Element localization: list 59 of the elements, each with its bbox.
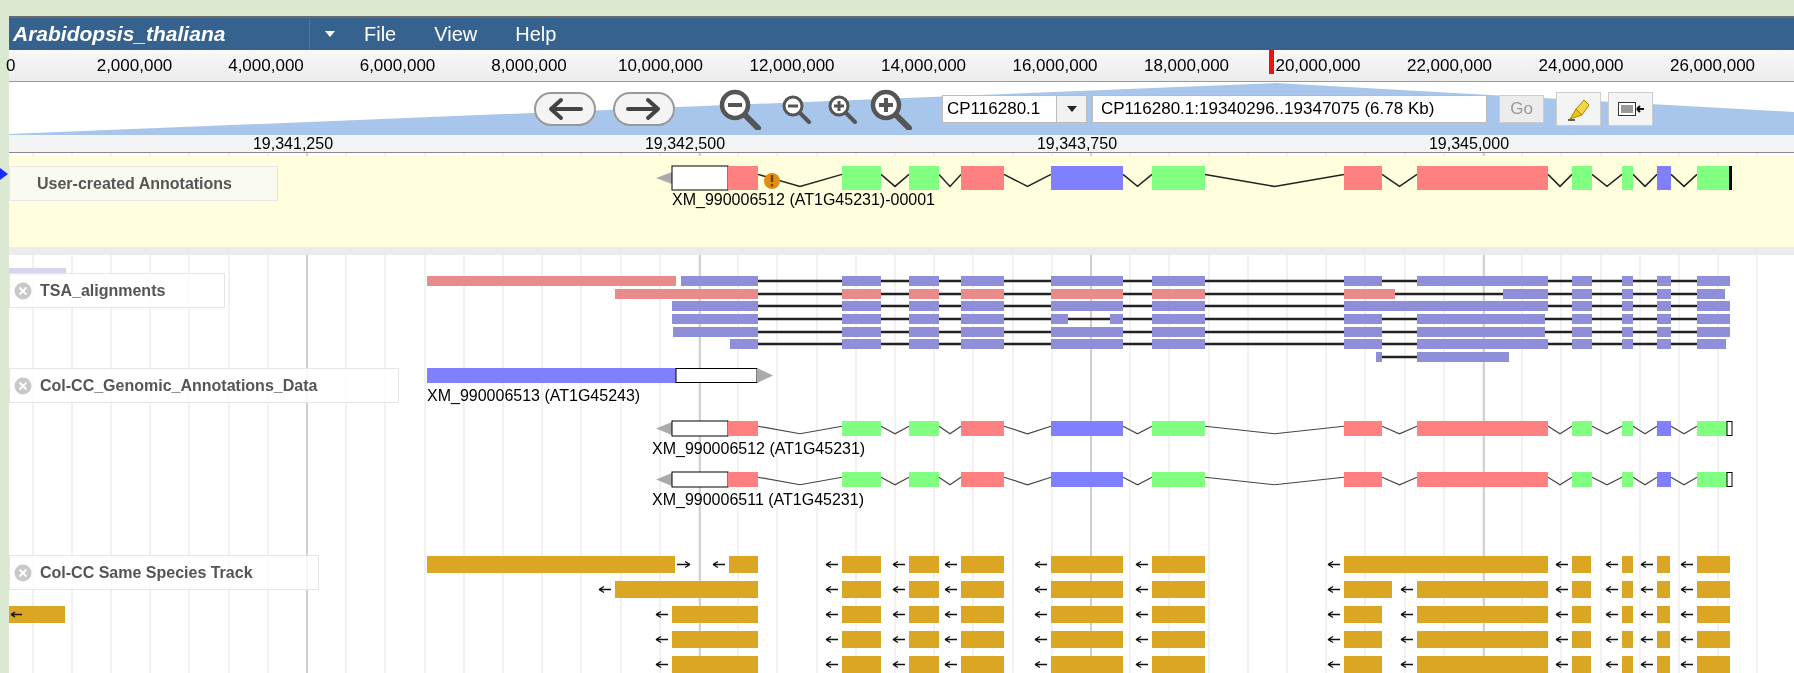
ruler-label: 12,000,000 xyxy=(749,56,835,76)
alignment-drawing[interactable] xyxy=(615,289,1725,299)
ruler-label: 2,000,000 xyxy=(96,56,173,76)
position-marker[interactable] xyxy=(1269,50,1274,74)
feature-label: XM_990006513 (AT1G45243) xyxy=(427,387,641,404)
ruler-label: 16,000,000 xyxy=(1012,56,1098,76)
ruler-label: 24,000,000 xyxy=(1538,56,1624,76)
ruler-label: 19,341,250 xyxy=(252,135,334,152)
ruler-label: 19,345,000 xyxy=(1428,135,1510,152)
zoom-in-icon[interactable] xyxy=(827,93,858,124)
alignment-drawing[interactable] xyxy=(730,339,1726,349)
alignment-drawing[interactable] xyxy=(1376,352,1509,362)
feature-bar[interactable] xyxy=(9,606,65,623)
gene-model-drawing[interactable] xyxy=(427,368,773,383)
zoom-out-icon[interactable] xyxy=(718,87,762,130)
ruler-label: 20,000,000 xyxy=(1275,56,1361,76)
caret-icon xyxy=(1065,104,1078,113)
collapse-tracks-button[interactable] xyxy=(1608,91,1653,126)
location-field[interactable]: CP116280.1:19340296..19347075 (6.78 Kb) xyxy=(1092,94,1487,123)
feature-label: XM_990006512 (AT1G45231)-00001 xyxy=(672,191,935,208)
genome-title[interactable]: Arabidopsis_thaliana xyxy=(9,22,309,46)
track-label[interactable]: TSA_alignments xyxy=(9,273,225,308)
menu-item[interactable]: View xyxy=(434,22,478,46)
ruler-label: 8,000,000 xyxy=(491,56,567,76)
track-pointer-icon xyxy=(0,168,8,180)
ruler-label: 18,000,000 xyxy=(1143,56,1230,76)
alignment-drawing[interactable] xyxy=(672,301,1730,311)
track-label[interactable]: Col-CC_Genomic_Annotations_Data xyxy=(9,368,399,403)
highlight-button[interactable] xyxy=(1556,91,1601,126)
ruler-label: 6,000,000 xyxy=(359,56,436,76)
caret-icon[interactable] xyxy=(324,30,336,38)
track-name: TSA_alignments xyxy=(40,281,166,300)
menu-item[interactable]: File xyxy=(364,22,397,46)
sequence-dropdown[interactable]: CP116280.1 xyxy=(942,94,1087,123)
ruler-label: 14,000,000 xyxy=(880,56,967,76)
alignment-drawing[interactable] xyxy=(672,314,1730,324)
ruler-label: 4,000,000 xyxy=(228,56,304,76)
ruler-label: 26,000,000 xyxy=(1669,56,1756,76)
alignment-drawing[interactable] xyxy=(427,276,1730,286)
track-label[interactable]: User-created Annotations xyxy=(9,166,278,201)
feature-label: XM_990006511 (AT1G45231) xyxy=(652,491,864,508)
ruler-label: 10,000,000 xyxy=(617,56,704,76)
track-name: Col-CC Same Species Track xyxy=(40,563,253,582)
alignment-drawing[interactable] xyxy=(673,327,1730,337)
gene-model-drawing[interactable] xyxy=(656,165,1732,191)
pan-left-button[interactable] xyxy=(534,91,596,126)
ruler-label: 22,000,000 xyxy=(1406,56,1493,76)
pan-right-button[interactable] xyxy=(613,91,675,126)
track-name: User-created Annotations xyxy=(37,174,232,193)
zoom-in-icon[interactable] xyxy=(869,87,915,130)
zoom-out-icon[interactable] xyxy=(781,93,812,124)
ruler-label: 19,343,750 xyxy=(1036,135,1118,152)
feature-label: XM_990006512 (AT1G45231) xyxy=(652,440,866,457)
ruler-label: 0 xyxy=(6,56,16,76)
track-name: Col-CC_Genomic_Annotations_Data xyxy=(40,376,318,395)
ruler-label: 19,342,500 xyxy=(644,135,726,152)
menu-item[interactable]: Help xyxy=(515,22,557,46)
track-label[interactable]: Col-CC Same Species Track xyxy=(9,555,319,590)
warning-icon[interactable] xyxy=(764,173,780,189)
